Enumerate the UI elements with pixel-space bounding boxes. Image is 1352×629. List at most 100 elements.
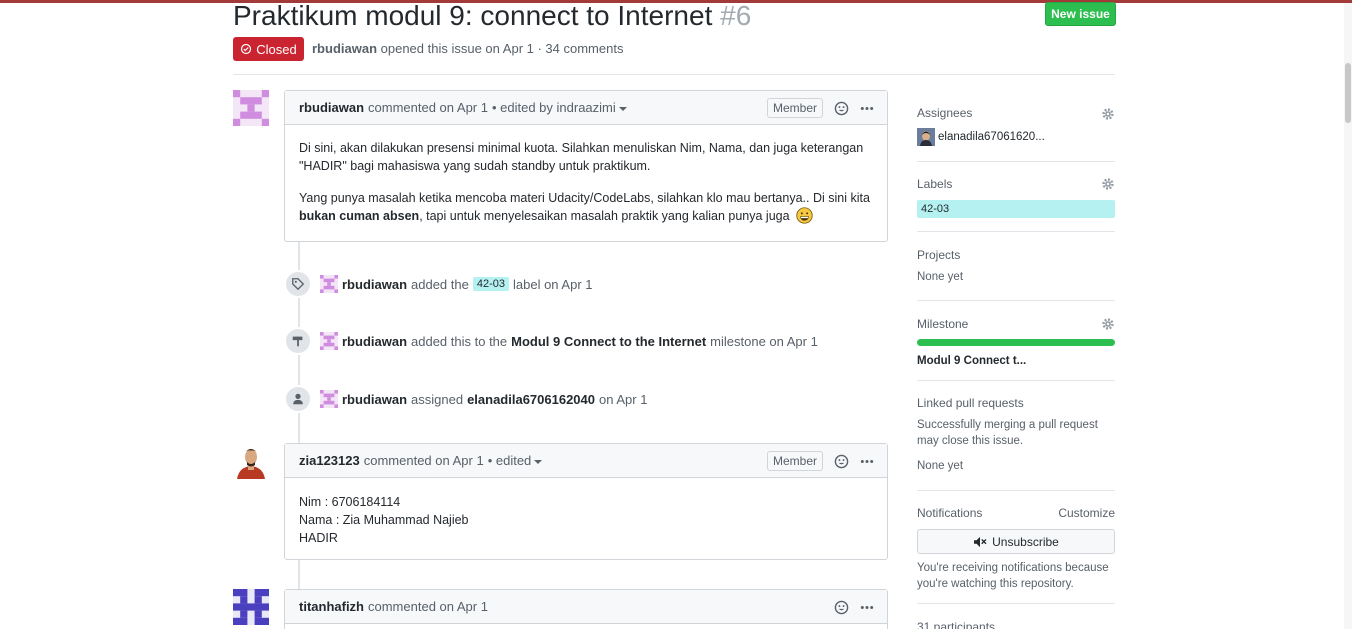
assignee-link[interactable]: elanadila6706162040 (467, 392, 595, 407)
issue-state-badge: Closed (233, 37, 304, 61)
grinning-emoji-icon (796, 207, 813, 224)
timeline-event-label: rbudiawan added the 42-03 label on Apr 1 (284, 270, 593, 298)
avatar-zia123123[interactable] (233, 443, 269, 479)
event-actor-link[interactable]: rbudiawan (342, 277, 407, 292)
sidebar-milestone: Milestone Modul 9 Connect t... (917, 317, 1115, 369)
comment-action[interactable]: commented on Apr 1 (368, 599, 488, 614)
issue-author-link[interactable]: rbudiawan (312, 41, 377, 56)
comment-line: Nama : Zia Muhammad Najieb (299, 513, 469, 527)
comment-body: Di sini, akan dilakukan presensi minimal… (285, 125, 887, 239)
label-chip[interactable]: 42-03 (472, 277, 509, 291)
sidebar-heading[interactable]: Labels (917, 177, 1115, 191)
comment-line: Nim : 6706184114 (299, 495, 401, 509)
event-text: milestone on Apr 1 (710, 333, 818, 349)
milestone-icon (284, 327, 312, 355)
comment-edited-text: • edited by indraazimi (491, 100, 616, 115)
sidebar-heading: Linked pull requests (917, 396, 1024, 410)
smiley-icon[interactable] (834, 600, 849, 615)
issue-meta-text: opened this issue on Apr 1 · 34 comments (380, 41, 624, 56)
avatar-rbudiawan-small[interactable] (320, 332, 338, 350)
sidebar-heading[interactable]: Projects (917, 248, 1115, 262)
comment-action[interactable]: commented on Apr 1 (368, 100, 488, 115)
scrollbar[interactable] (1344, 3, 1352, 629)
avatar-titanhafizh[interactable] (233, 589, 269, 625)
gear-icon[interactable] (1101, 177, 1115, 191)
comment-line: HADIR (299, 531, 338, 545)
comment-card: zia123123 commented on Apr 1 • edited Me… (284, 443, 888, 560)
issue-title: Praktikum modul 9: connect to Internet #… (233, 0, 751, 32)
scrollbar-thumb[interactable] (1345, 63, 1351, 123)
milestone-link[interactable]: Modul 9 Connect to the Internet (511, 334, 706, 349)
comment-text: Yang punya masalah ketika mencoba materi… (299, 191, 870, 205)
comment-card: titanhafizh commented on Apr 1 (284, 589, 888, 629)
projects-value: None yet (917, 271, 964, 283)
sidebar-notifications: Notifications Customize Unsubscribe You'… (917, 506, 1115, 592)
avatar-rbudiawan-small[interactable] (320, 275, 338, 293)
smiley-icon[interactable] (834, 454, 849, 469)
sidebar-divider (917, 300, 1115, 301)
comment-edited-text: • edited (487, 453, 532, 468)
sidebar-divider (917, 603, 1115, 604)
gear-icon[interactable] (1101, 107, 1115, 121)
avatar-rbudiawan[interactable] (233, 90, 269, 126)
unsubscribe-button[interactable]: Unsubscribe (917, 529, 1115, 554)
assignee-row[interactable]: elanadila67061620... (917, 128, 1115, 146)
comment-card: rbudiawan commented on Apr 1 • edited by… (284, 90, 888, 242)
timeline-event-milestone: rbudiawan added this to the Modul 9 Conn… (284, 327, 818, 355)
assignee-name[interactable]: elanadila67061620... (938, 129, 1045, 145)
unsubscribe-label: Unsubscribe (992, 534, 1059, 549)
timeline-event-assigned: rbudiawan assigned elanadila6706162040 o… (284, 385, 647, 413)
comment-action[interactable]: commented on Apr 1 (364, 453, 484, 468)
label-chip[interactable]: 42-03 (917, 200, 1115, 218)
notifications-description: You're receiving notifications because y… (917, 562, 1109, 590)
tag-icon (284, 270, 312, 298)
comment-header: zia123123 commented on Apr 1 • edited Me… (285, 444, 887, 478)
linked-value: None yet (917, 460, 964, 472)
sidebar-divider (917, 231, 1115, 232)
timeline-line (298, 559, 300, 590)
avatar-elanadila[interactable] (917, 128, 935, 146)
event-actor-link[interactable]: rbudiawan (342, 392, 407, 407)
sidebar-heading[interactable]: Assignees (917, 106, 1115, 120)
header-divider (233, 74, 1115, 75)
kebab-menu-icon[interactable] (859, 454, 875, 469)
comment-body: Nim : 6706184114 Nama : Zia Muhammad Naj… (285, 478, 887, 561)
sidebar-divider (917, 161, 1115, 162)
kebab-menu-icon[interactable] (859, 101, 875, 116)
sidebar-projects: Projects None yet (917, 248, 1115, 285)
issue-title-text: Praktikum modul 9: connect to Internet (233, 0, 713, 31)
comment-author-link[interactable]: titanhafizh (299, 599, 364, 614)
kebab-menu-icon[interactable] (859, 600, 875, 615)
sidebar-linked-prs: Linked pull requests Successfully mergin… (917, 396, 1115, 474)
milestone-progress-bar (917, 339, 1115, 346)
comment-header: rbudiawan commented on Apr 1 • edited by… (285, 91, 887, 125)
comment-author-link[interactable]: rbudiawan (299, 100, 364, 115)
linked-description: Successfully merging a pull request may … (917, 419, 1098, 447)
avatar-rbudiawan-small[interactable] (320, 390, 338, 408)
chevron-down-icon (534, 459, 543, 464)
comment-edited-dropdown[interactable]: • edited by indraazimi (492, 100, 627, 115)
comment-edited-dropdown[interactable]: • edited (488, 453, 543, 468)
event-text: on Apr 1 (599, 391, 648, 407)
new-issue-button[interactable]: New issue (1045, 2, 1116, 26)
sidebar-divider (917, 490, 1115, 491)
comment-bold-text: bukan cuman absen (299, 209, 420, 223)
milestone-progress-fill (917, 339, 1115, 346)
event-actor-link[interactable]: rbudiawan (342, 334, 407, 349)
issue-number: #6 (720, 0, 752, 31)
sidebar-participants: 31 participants (917, 620, 1115, 629)
gear-icon[interactable] (1101, 317, 1115, 331)
participants-count: 31 participants (917, 620, 996, 629)
sidebar-heading[interactable]: Milestone (917, 317, 1115, 331)
event-text: added this to the (411, 333, 508, 349)
event-text: label on Apr 1 (513, 276, 593, 292)
issue-state-label: Closed (256, 41, 297, 57)
event-text: assigned (411, 391, 464, 407)
sidebar-assignees: Assignees elanadila67061620... (917, 106, 1115, 146)
sidebar-labels: Labels 42-03 (917, 177, 1115, 218)
person-icon (284, 385, 312, 413)
smiley-icon[interactable] (834, 101, 849, 116)
customize-link[interactable]: Customize (1058, 506, 1115, 520)
comment-author-link[interactable]: zia123123 (299, 453, 360, 468)
milestone-link[interactable]: Modul 9 Connect t... (917, 353, 1115, 369)
